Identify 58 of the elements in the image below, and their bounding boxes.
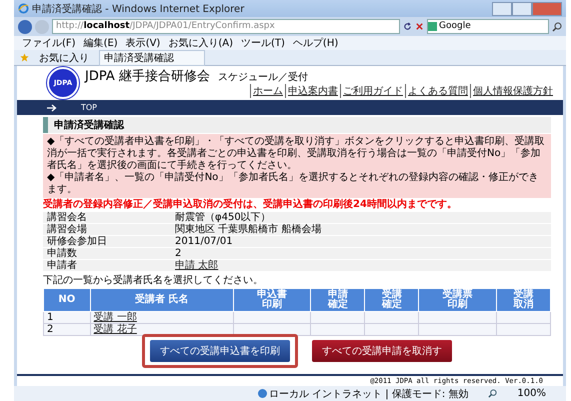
notice-text: ◆「すべての受講者申込書を印刷」・「すべての受講を取り消す」ボタンをクリックすると申込書印刷、受講取消が一括で実行されます。各受講者ごとの申込書を印刷、受講取消を行う場合は一覧の「申請受付No」「参加者氏名」を選択後の画面にて手続きを行ってください。: [47, 136, 546, 172]
arrow-icon: [47, 104, 57, 112]
maximize-button[interactable]: [512, 2, 532, 16]
field-label: 研修会参加日: [43, 236, 171, 248]
column-header: NO: [58, 295, 76, 305]
breadcrumb-link[interactable]: TOP: [81, 103, 98, 112]
header-link[interactable]: ご利用ガイド: [340, 84, 405, 98]
column-header: 受講票印刷: [442, 290, 473, 310]
menu-item[interactable]: 編集(E): [84, 36, 118, 50]
instruction-text: 下記の一覧から受講者氏名を選択してください。: [43, 275, 264, 287]
minimize-button[interactable]: [492, 2, 512, 16]
close-button[interactable]: [532, 2, 562, 16]
field-label: 申請数: [43, 248, 171, 260]
header-link[interactable]: ホーム: [250, 84, 285, 98]
refresh-icon[interactable]: [403, 22, 412, 31]
browser-logo-icon: [18, 3, 29, 14]
column-header: 受講取消: [513, 290, 534, 310]
field-value: 関東地区 千葉県船橋市 船橋会場: [175, 224, 322, 235]
warning-text: 受講者の登録内容修正／受講申込取消の受付は、受講申込書の印刷後24時間以内までです。: [43, 199, 458, 211]
field-value: 2: [175, 248, 182, 259]
field-label: 講習会名: [43, 212, 171, 224]
zoom-level[interactable]: 100%: [517, 388, 546, 399]
browser-tab[interactable]: 申請済受講確認: [99, 50, 205, 66]
menu-item[interactable]: ファイル(F): [22, 36, 76, 50]
table-cell: 2: [44, 324, 90, 336]
field-label: 申請者: [43, 260, 171, 272]
header-link[interactable]: 申込案内書: [285, 84, 340, 98]
table-cell: 1: [44, 312, 90, 324]
security-zone-text: ローカル イントラネット | 保護モード: 無効: [258, 386, 468, 400]
organization-name: JDPA 継手接合研修会: [85, 68, 210, 84]
favorites-button[interactable]: お気に入り: [39, 50, 89, 64]
search-field[interactable]: Google: [427, 19, 549, 34]
cancel-all-button[interactable]: すべての受講申請を取消す: [312, 340, 452, 362]
zoom-icon[interactable]: [488, 389, 498, 398]
column-header: 申請確定: [328, 290, 348, 310]
window-title: 申請済受講確認 - Windows Internet Explorer: [32, 2, 246, 16]
field-value: 耐震管（φ450以下）: [175, 212, 271, 223]
stop-icon[interactable]: [415, 22, 424, 31]
header-link[interactable]: よくある質問: [405, 84, 470, 98]
star-icon: [20, 53, 29, 62]
applicant-link[interactable]: 申請 太郎: [175, 260, 218, 271]
section-heading: 申請済受講確認: [43, 117, 551, 133]
menu-item[interactable]: ツール(T): [241, 36, 285, 50]
back-button[interactable]: [18, 20, 32, 34]
address-field[interactable]: http://localhost/JDPA/JDPA01/EntryConfirm.aspx: [52, 19, 400, 34]
print-all-button[interactable]: すべての受講申込書を印刷: [150, 340, 290, 362]
notice-text: ◆「申請者名」、一覧の「申請受付No」「参加者氏名」を選択するとそれぞれの登録内容の確認・修正ができます。: [47, 172, 540, 196]
header-link[interactable]: 個人情報保護方針: [470, 84, 555, 98]
field-value: 2011/07/01: [175, 236, 233, 247]
column-header: 受講確定: [382, 290, 402, 310]
menu-item[interactable]: お気に入り(A): [168, 36, 233, 50]
column-header: 受講者 氏名: [134, 295, 188, 305]
menu-item[interactable]: ヘルプ(H): [292, 36, 338, 50]
column-header: 申込書印刷: [256, 290, 287, 310]
field-label: 講習会場: [43, 224, 171, 236]
search-icon[interactable]: [552, 22, 562, 32]
menu-item[interactable]: 表示(V): [126, 36, 160, 50]
page-subtitle: スケジュール／受付: [218, 70, 308, 84]
